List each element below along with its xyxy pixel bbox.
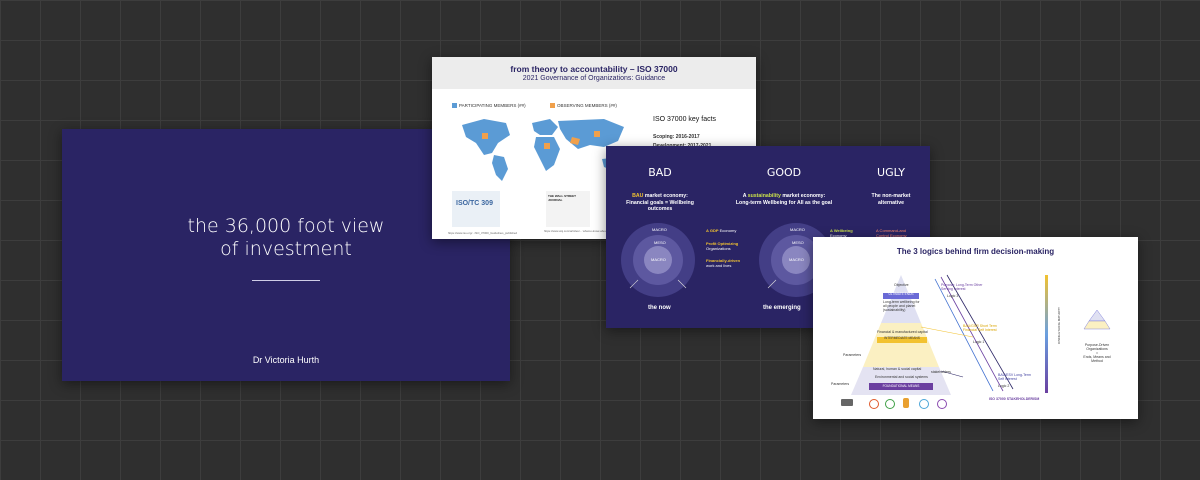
caption-the-now: the now — [648, 305, 671, 311]
logic2-desc: BAU/ESV Long-Term Self Interest — [998, 373, 1031, 381]
iso-stakeholderism-label: ISO 37000 STAKEHOLDERISM — [989, 397, 1040, 401]
logic2-label: Logic 2 — [998, 384, 1010, 388]
column-ugly: UGLY The non-market alternative — [858, 166, 924, 206]
iso-tc309-image: ISO/TC 309 — [452, 191, 500, 227]
legend-observing: OBSERVING MEMBERS (##) — [550, 103, 617, 109]
sdg-icon — [919, 399, 929, 409]
slide-header: from theory to accountability – ISO 3700… — [432, 57, 756, 89]
pyramid-ultimate-sub: Long-term wellbeing for all people and p… — [883, 300, 920, 312]
caption-the-emerging: the emerging — [763, 305, 801, 311]
maturity-label: RISING ETHICAL MATURITY — [1057, 307, 1061, 344]
key-fact: Scoping: 2016-2017 — [653, 134, 700, 140]
slide-title: The 3 logics behind firm decision-making — [896, 247, 1055, 256]
pyramid-foundational-means: FOUNDATIONAL MEANS — [882, 384, 920, 388]
label-profit-orgs: Profit Optimizing Organizations — [706, 241, 739, 251]
column-good: GOOD A sustainability market economy: Lo… — [724, 166, 844, 206]
key-facts-title: ISO 37000 key facts — [653, 116, 717, 123]
circle-label-meso: MESO — [792, 240, 804, 245]
caption: https://www.iso.org/...ISO_37000_Guideli… — [448, 231, 518, 235]
circle-label-meso: MESO — [654, 240, 666, 245]
circle-label-macro: MACRO — [790, 227, 805, 232]
sdg-icon — [937, 399, 947, 409]
column-bad: BAD BAU market economy: Financial goals … — [616, 166, 704, 213]
sdg-icon — [885, 399, 895, 409]
small-pyramid-icon — [1083, 309, 1111, 330]
pyramid-parameters: Parameters — [831, 382, 850, 386]
sdg-icon — [903, 398, 909, 408]
pyramid-intermediate-means: INTERMEDIATE MEANS — [884, 336, 920, 340]
pyramid-intermediate-sub: Financial & manufactured capital — [877, 330, 928, 334]
sdg-icon — [869, 399, 879, 409]
slide-title: from theory to accountability – ISO 3700… — [510, 64, 678, 74]
column-desc: The non-market alternative — [871, 193, 911, 206]
title-divider — [252, 280, 320, 281]
legend-participating: PARTICIPATING MEMBERS (##) — [452, 103, 526, 109]
slide-author: Dr Victoria Hurth — [252, 355, 320, 365]
circle-label-macro: MACRO — [652, 227, 667, 232]
cc-license-icon — [841, 399, 853, 406]
label-gdp-economy: A GDP Economy — [706, 228, 737, 233]
column-title: UGLY — [877, 166, 905, 179]
logic1-label: Logic 1 — [973, 340, 985, 344]
column-desc: A sustainability market economy: Long-te… — [735, 193, 833, 206]
column-desc: BAU market economy: Financial goals = We… — [626, 193, 694, 212]
circle-label-micro: MACRO — [651, 257, 666, 262]
pyramid-ultimate-ends: ULTIMATE ENDS — [888, 292, 914, 296]
pyramid-objective: Objective — [894, 283, 909, 287]
wsj-article-image: THE WALL STREET JOURNAL — [546, 191, 590, 227]
pyramid-foundational-sub: Environmental and social systems — [875, 375, 928, 379]
logic3-label: Logic 3 — [947, 294, 959, 298]
logics-pyramid — [851, 274, 1014, 395]
slide-thumbnail-3-logics[interactable]: The 3 logics behind firm decision-making… — [813, 237, 1138, 419]
circle-label-micro: MACRO — [789, 257, 804, 262]
label-financial-work: Financially-driven work and lives — [706, 258, 741, 268]
maturity-bar — [1045, 275, 1048, 393]
pyramid-foundational-sub: Natural, human & social capital — [873, 367, 922, 371]
logic1-desc: BAU/GSR Short Term Financial Self Intere… — [963, 324, 997, 332]
stakeholders-label: stakeholders — [931, 370, 951, 374]
column-title: GOOD — [766, 166, 802, 179]
logic3-desc: Purpose: Long-Term Other Serving Interes… — [941, 283, 983, 291]
right-caption: Purpose-Driven Organizations = Ends, Means… — [1083, 343, 1111, 363]
pyramid-parameters: Parameters — [843, 353, 862, 357]
slide-subtitle: 2021 Governance of Organizations: Guidan… — [522, 75, 666, 82]
column-title: BAD — [648, 166, 672, 179]
